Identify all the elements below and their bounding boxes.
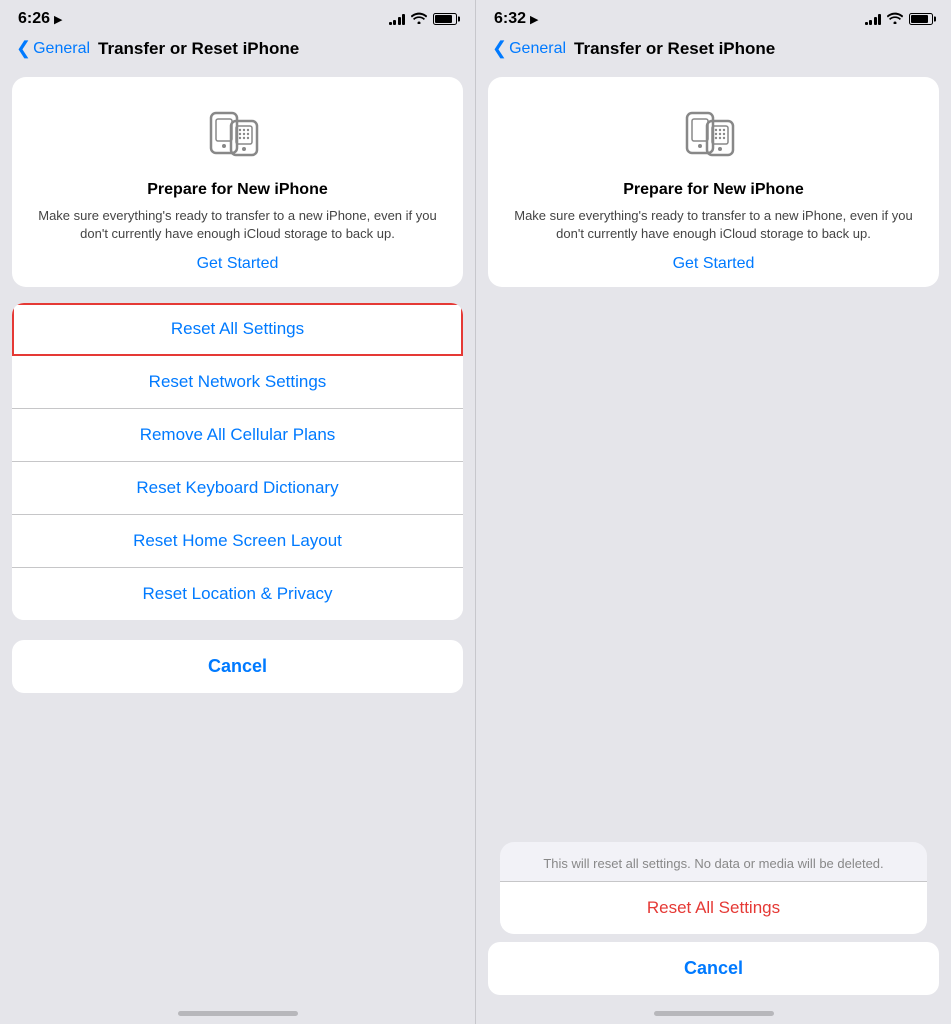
reset-network-settings-item[interactable]: Reset Network Settings bbox=[12, 356, 463, 409]
page-title-left: Transfer or Reset iPhone bbox=[98, 39, 299, 59]
prepare-card-desc-left: Make sure everything's ready to transfer… bbox=[30, 207, 445, 243]
back-label-left: General bbox=[33, 40, 90, 58]
back-button-left[interactable]: ❮ General bbox=[16, 38, 90, 59]
left-panel: 6:26 ▶ ❮ Gener bbox=[0, 0, 475, 1024]
confirm-reset-button[interactable]: Reset All Settings bbox=[500, 882, 927, 934]
reset-home-screen-item[interactable]: Reset Home Screen Layout bbox=[12, 515, 463, 568]
right-panel: 6:32 ▶ ❮ Gener bbox=[475, 0, 951, 1024]
cancel-button-wrap-right: Cancel bbox=[488, 942, 939, 995]
status-bar-right: 6:32 ▶ bbox=[476, 0, 951, 32]
status-icons-left bbox=[389, 11, 458, 27]
get-started-link-left[interactable]: Get Started bbox=[197, 255, 279, 273]
right-spacer bbox=[488, 303, 939, 842]
content-right: Prepare for New iPhone Make sure everyth… bbox=[476, 69, 951, 1007]
remove-cellular-plans-item[interactable]: Remove All Cellular Plans bbox=[12, 409, 463, 462]
location-icon-left: ▶ bbox=[54, 13, 62, 26]
nav-bar-left: ❮ General Transfer or Reset iPhone bbox=[0, 32, 475, 69]
reset-all-settings-label: Reset All Settings bbox=[171, 319, 304, 339]
prepare-card-title-right: Prepare for New iPhone bbox=[623, 181, 804, 199]
transfer-icon-right bbox=[679, 99, 749, 169]
content-left: Prepare for New iPhone Make sure everyth… bbox=[0, 69, 475, 1007]
home-indicator-right bbox=[654, 1011, 774, 1016]
wifi-icon-right bbox=[887, 11, 903, 27]
status-time-right: 6:32 ▶ bbox=[494, 10, 539, 28]
back-label-right: General bbox=[509, 40, 566, 58]
prepare-card-right: Prepare for New iPhone Make sure everyth… bbox=[488, 77, 939, 287]
back-button-right[interactable]: ❮ General bbox=[492, 38, 566, 59]
reset-keyboard-dictionary-label: Reset Keyboard Dictionary bbox=[136, 478, 338, 498]
battery-icon-left bbox=[433, 13, 457, 25]
transfer-icon-left bbox=[203, 99, 273, 169]
battery-icon-right bbox=[909, 13, 933, 25]
cancel-button-wrap-left: Cancel bbox=[12, 640, 463, 693]
reset-keyboard-dictionary-item[interactable]: Reset Keyboard Dictionary bbox=[12, 462, 463, 515]
reset-location-privacy-item[interactable]: Reset Location & Privacy bbox=[12, 568, 463, 620]
signal-icon-right bbox=[865, 13, 882, 25]
back-chevron-left: ❮ bbox=[16, 38, 31, 59]
location-icon-right: ▶ bbox=[530, 13, 538, 26]
reset-home-screen-label: Reset Home Screen Layout bbox=[133, 531, 342, 551]
reset-list-left: Reset All Settings Reset Network Setting… bbox=[12, 303, 463, 620]
get-started-link-right[interactable]: Get Started bbox=[673, 255, 755, 273]
remove-cellular-plans-label: Remove All Cellular Plans bbox=[140, 425, 336, 445]
page-title-right: Transfer or Reset iPhone bbox=[574, 39, 775, 59]
signal-icon-left bbox=[389, 13, 406, 25]
wifi-icon-left bbox=[411, 11, 427, 27]
prepare-card-left: Prepare for New iPhone Make sure everyth… bbox=[12, 77, 463, 287]
confirm-sheet-description: This will reset all settings. No data or… bbox=[500, 842, 927, 882]
home-indicator-left bbox=[178, 1011, 298, 1016]
reset-all-settings-item[interactable]: Reset All Settings bbox=[12, 303, 463, 356]
cancel-button-right[interactable]: Cancel bbox=[488, 942, 939, 995]
status-icons-right bbox=[865, 11, 934, 27]
prepare-card-desc-right: Make sure everything's ready to transfer… bbox=[506, 207, 921, 243]
prepare-card-title-left: Prepare for New iPhone bbox=[147, 181, 328, 199]
status-time-left: 6:26 ▶ bbox=[18, 10, 63, 28]
cancel-button-left[interactable]: Cancel bbox=[12, 640, 463, 693]
status-bar-left: 6:26 ▶ bbox=[0, 0, 475, 32]
reset-network-settings-label: Reset Network Settings bbox=[149, 372, 327, 392]
reset-location-privacy-label: Reset Location & Privacy bbox=[143, 584, 333, 604]
nav-bar-right: ❮ General Transfer or Reset iPhone bbox=[476, 32, 951, 69]
confirm-sheet: This will reset all settings. No data or… bbox=[500, 842, 927, 934]
back-chevron-right: ❮ bbox=[492, 38, 507, 59]
